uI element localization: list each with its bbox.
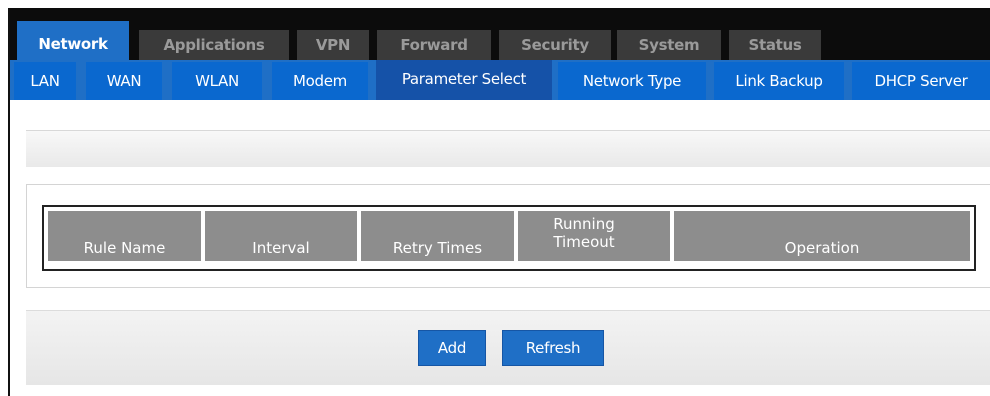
- column-header-running-timeout: Running Timeout: [518, 211, 670, 261]
- column-header-label: Rule Name: [83, 239, 166, 257]
- column-header-label: Running Timeout: [553, 215, 615, 251]
- main-tab-bar: Network Applications VPN Forward Securit…: [10, 8, 990, 62]
- tab-status[interactable]: Status: [729, 30, 821, 60]
- column-header-retry-times: Retry Times: [361, 211, 514, 261]
- button-bar: Add Refresh: [26, 310, 990, 385]
- subtab-link-backup[interactable]: Link Backup: [714, 62, 844, 100]
- subtab-wlan[interactable]: WLAN: [172, 62, 262, 100]
- rules-table: Rule Name Interval Retry Times Running T…: [42, 205, 976, 271]
- sub-tab-bar: LAN WAN WLAN Modem Parameter Select Netw…: [10, 60, 990, 100]
- add-button[interactable]: Add: [418, 330, 486, 366]
- column-header-interval: Interval: [205, 211, 357, 261]
- rules-table-panel: Rule Name Interval Retry Times Running T…: [26, 184, 990, 288]
- column-header-label: Interval: [252, 239, 310, 257]
- subtab-dhcp-server[interactable]: DHCP Server: [852, 62, 990, 100]
- tab-network[interactable]: Network: [17, 21, 129, 62]
- subtab-modem[interactable]: Modem: [272, 62, 368, 100]
- tab-vpn[interactable]: VPN: [297, 30, 369, 60]
- subtab-wan[interactable]: WAN: [86, 62, 162, 100]
- subtab-lan[interactable]: LAN: [14, 62, 76, 100]
- column-header-label: Operation: [784, 239, 860, 257]
- tab-system[interactable]: System: [617, 30, 721, 60]
- subtab-parameter-select[interactable]: Parameter Select: [376, 60, 552, 100]
- refresh-button[interactable]: Refresh: [502, 330, 604, 366]
- tab-security[interactable]: Security: [499, 30, 611, 60]
- column-header-operation: Operation: [674, 211, 970, 261]
- tab-applications[interactable]: Applications: [139, 30, 289, 60]
- tab-forward[interactable]: Forward: [377, 30, 491, 60]
- info-strip: [26, 130, 990, 167]
- column-header-rule-name: Rule Name: [48, 211, 201, 261]
- subtab-network-type[interactable]: Network Type: [558, 62, 706, 100]
- column-header-label: Retry Times: [392, 239, 483, 257]
